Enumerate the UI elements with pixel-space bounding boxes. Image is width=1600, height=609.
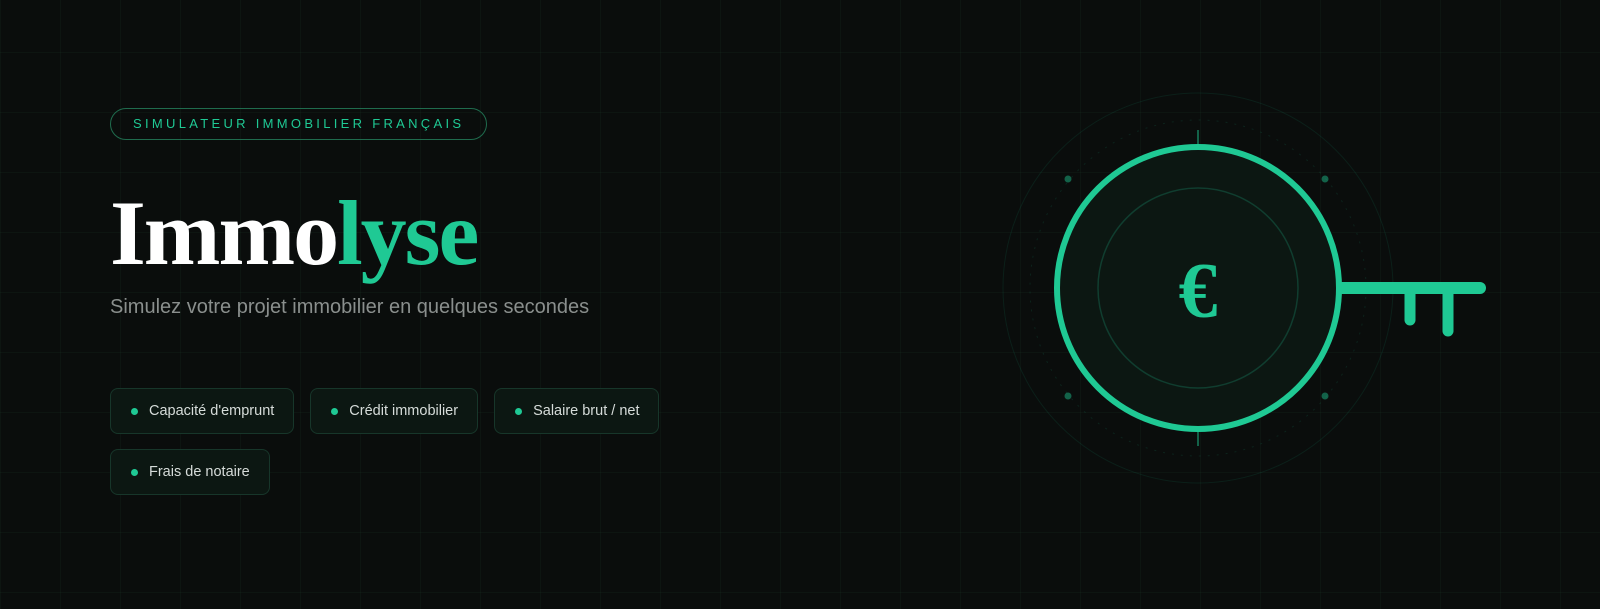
marker-dot xyxy=(1321,175,1329,183)
marker-dot xyxy=(1321,392,1329,400)
euro-key-icon: € xyxy=(1002,92,1486,484)
hero-banner: SIMULATEUR IMMOBILIER FRANÇAIS Immolyse … xyxy=(0,0,1600,609)
marker-dot xyxy=(1064,175,1072,183)
marker-dot xyxy=(1064,392,1072,400)
euro-symbol: € xyxy=(1179,247,1218,334)
